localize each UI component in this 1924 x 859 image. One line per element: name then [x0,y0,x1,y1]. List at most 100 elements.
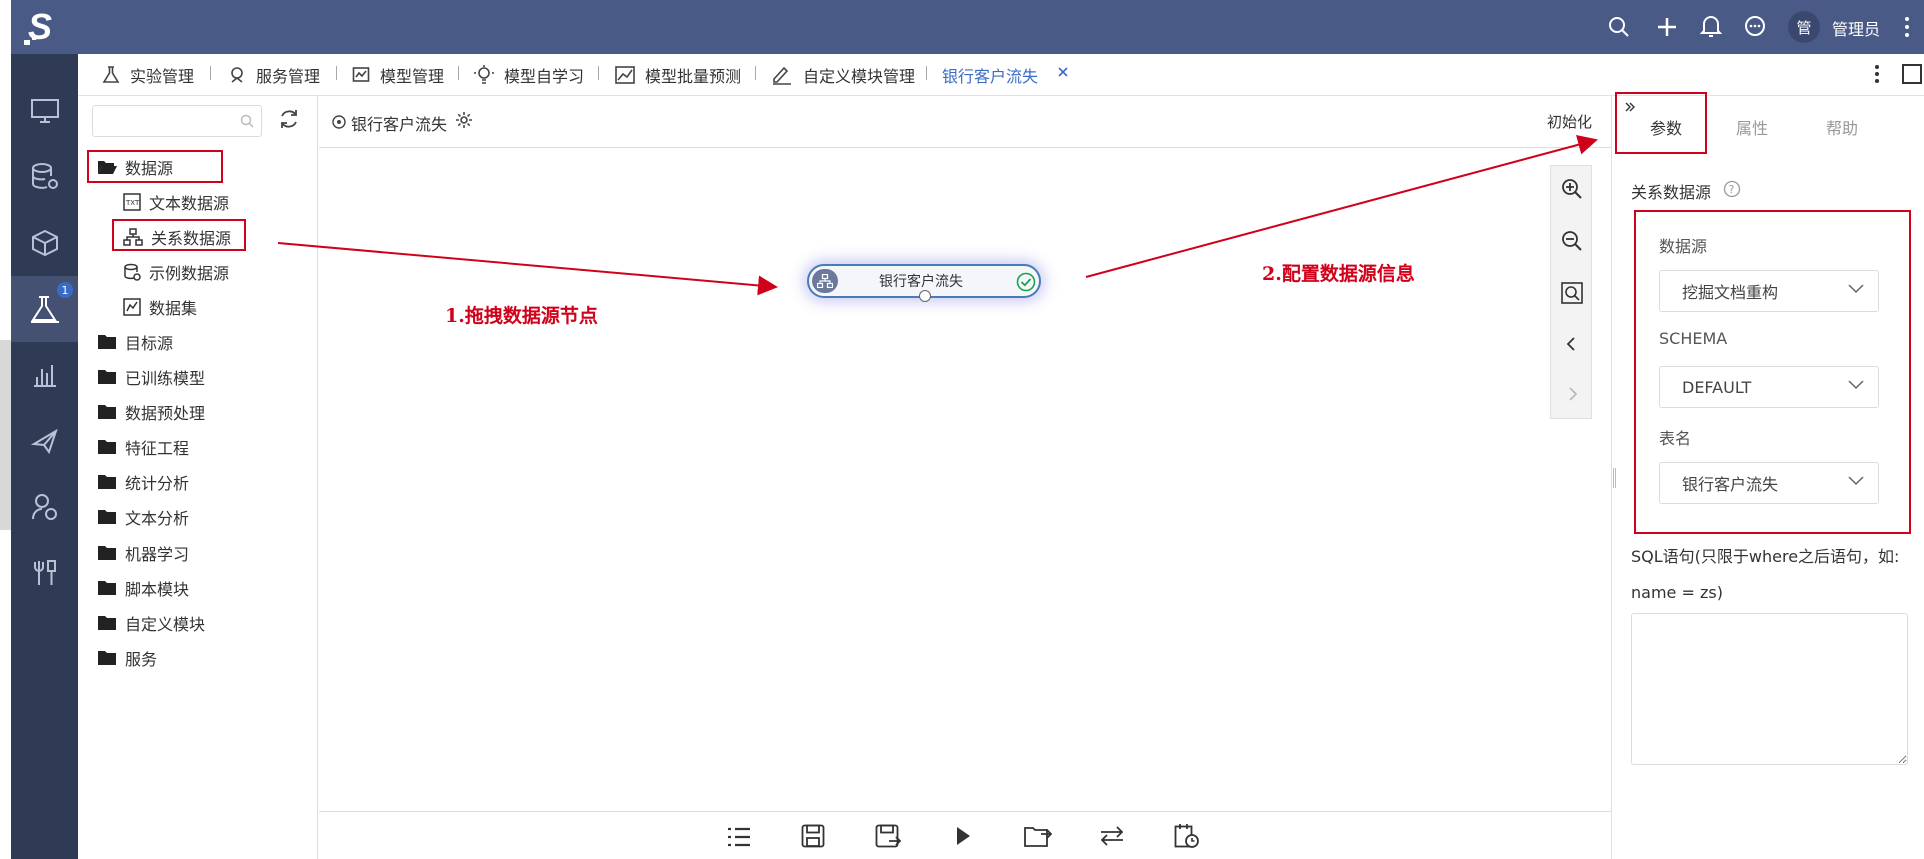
bottom-toolbar [319,811,1611,859]
gear-icon[interactable] [454,110,474,130]
search-icon[interactable] [1608,16,1630,38]
tab-help[interactable]: 帮助 [1812,98,1872,156]
app-logo[interactable]: S [22,6,66,48]
experiment-icon [331,114,347,130]
tree-label: 数据集 [149,299,198,318]
maximize-icon[interactable] [1902,64,1922,84]
tab-label: 自定义模块管理 [803,67,916,86]
tools-icon [31,558,59,588]
panel-resize-handle[interactable] [1613,468,1616,488]
cube-icon [30,228,60,258]
properties-panel: 参数 属性 帮助 关系数据源 ? 数据源 挖掘文档重构 SCHEMA DEFAU… [1611,92,1924,859]
save-as-icon[interactable] [875,824,901,848]
schema-select[interactable]: DEFAULT [1659,366,1879,408]
tab-properties[interactable]: 属性 [1722,98,1782,156]
nav-database[interactable] [11,144,78,210]
zoom-out-icon[interactable] [1561,230,1583,252]
tree-label: 机器学习 [125,545,190,564]
tab-experiment-management[interactable]: 实验管理 [102,54,194,96]
folder-icon [97,545,117,561]
edit-icon [771,65,793,85]
folder-icon [97,509,117,525]
tab-label: 服务管理 [256,67,321,86]
dataset-icon [123,298,141,316]
run-icon[interactable] [955,826,971,846]
monitor-icon [30,98,60,124]
tree-folder-target-source[interactable]: 目标源 [97,330,173,354]
tree-search-input[interactable] [99,106,239,134]
tree-folder-trained-models[interactable]: 已训练模型 [97,365,205,389]
tab-params[interactable]: 参数 [1636,98,1696,156]
sql-textarea[interactable] [1631,613,1908,765]
chevron-left-icon[interactable] [1565,336,1577,352]
node-output-port[interactable] [919,290,931,302]
svg-text:TXT: TXT [125,199,140,207]
tab-model-management[interactable]: 模型管理 [352,54,444,96]
collapse-panel-icon[interactable] [1624,102,1636,114]
workflow-node[interactable]: 银行客户流失 [807,264,1041,302]
zoom-toolbar [1550,165,1592,419]
tree-relational-datasource[interactable]: 关系数据源 [123,225,231,249]
tab-divider [210,66,211,80]
nav-send[interactable] [11,408,78,474]
tab-batch-prediction[interactable]: 模型批量预测 [615,54,741,96]
tree-search[interactable] [92,105,262,137]
tree-text-datasource[interactable]: TXT 文本数据源 [123,190,229,214]
bell-icon[interactable] [1700,14,1722,38]
nav-monitor[interactable] [11,78,78,144]
chevron-right-icon[interactable] [1567,386,1579,402]
list-icon[interactable] [727,826,751,848]
switch-icon[interactable] [1099,824,1125,848]
add-icon[interactable] [1656,16,1678,38]
nav-user-settings[interactable] [11,474,78,540]
tree-folder-custom-modules[interactable]: 自定义模块 [97,611,205,635]
workflow-canvas[interactable]: 银行客户流失 1.拖拽数据源节点 2.配置数据源信息 [319,149,1611,811]
close-tab-icon[interactable] [1057,66,1069,78]
tree-sample-datasource[interactable]: 示例数据源 [123,260,229,284]
tree-label: 服务 [125,650,158,669]
nav-experiment[interactable]: 1 [11,276,78,342]
zoom-in-icon[interactable] [1561,178,1583,200]
canvas-title: 银行客户流失 [351,115,448,134]
tree-label: 数据源 [125,159,174,178]
canvas-header: 银行客户流失 初始化 [319,96,1611,148]
sql-label-line2: name = zs) [1631,583,1723,602]
folder-icon [97,439,117,455]
more-tabs-icon[interactable] [1874,64,1880,84]
folder-icon [97,474,117,490]
datasource-select-value: 挖掘文档重构 [1682,283,1779,302]
schedule-icon[interactable] [1174,823,1200,849]
tree-folder-machine-learning[interactable]: 机器学习 [97,541,189,565]
svg-text:?: ? [1729,183,1735,196]
datasource-select[interactable]: 挖掘文档重构 [1659,270,1879,312]
tab-service-management[interactable]: 服务管理 [228,54,320,96]
tree-folder-script-modules[interactable]: 脚本模块 [97,576,189,600]
tree-folder-datasource[interactable]: 数据源 [97,155,173,179]
user-name[interactable]: 管理员 [1832,16,1880,40]
nav-tools[interactable] [11,540,78,606]
chat-icon[interactable] [1743,15,1767,39]
tab-bank-churn[interactable]: 银行客户流失 [942,54,1038,96]
chevron-down-icon [1848,380,1864,390]
save-icon[interactable] [801,824,825,848]
export-folder-icon[interactable] [1024,824,1052,848]
table-select[interactable]: 银行客户流失 [1659,462,1879,504]
tree-folder-services[interactable]: 服务 [97,646,157,670]
tree-label: 目标源 [125,334,174,353]
fit-view-icon[interactable] [1561,282,1583,304]
more-vertical-icon[interactable] [1904,16,1910,38]
tree-folder-preprocessing[interactable]: 数据预处理 [97,400,205,424]
refresh-icon[interactable] [278,108,300,130]
tree-dataset[interactable]: 数据集 [123,295,197,319]
tree-folder-feature-engineering[interactable]: 特征工程 [97,435,189,459]
tab-model-self-learning[interactable]: 模型自学习 [474,54,584,96]
tab-custom-module-management[interactable]: 自定义模块管理 [771,54,915,96]
help-icon[interactable]: ? [1723,180,1741,198]
nav-stats[interactable] [11,342,78,408]
relational-db-icon [123,228,143,246]
avatar[interactable]: 管 [1788,11,1820,43]
nav-cube[interactable] [11,210,78,276]
init-button[interactable]: 初始化 [1547,111,1592,132]
tree-folder-text-analysis[interactable]: 文本分析 [97,505,189,529]
tree-folder-statistics[interactable]: 统计分析 [97,470,189,494]
